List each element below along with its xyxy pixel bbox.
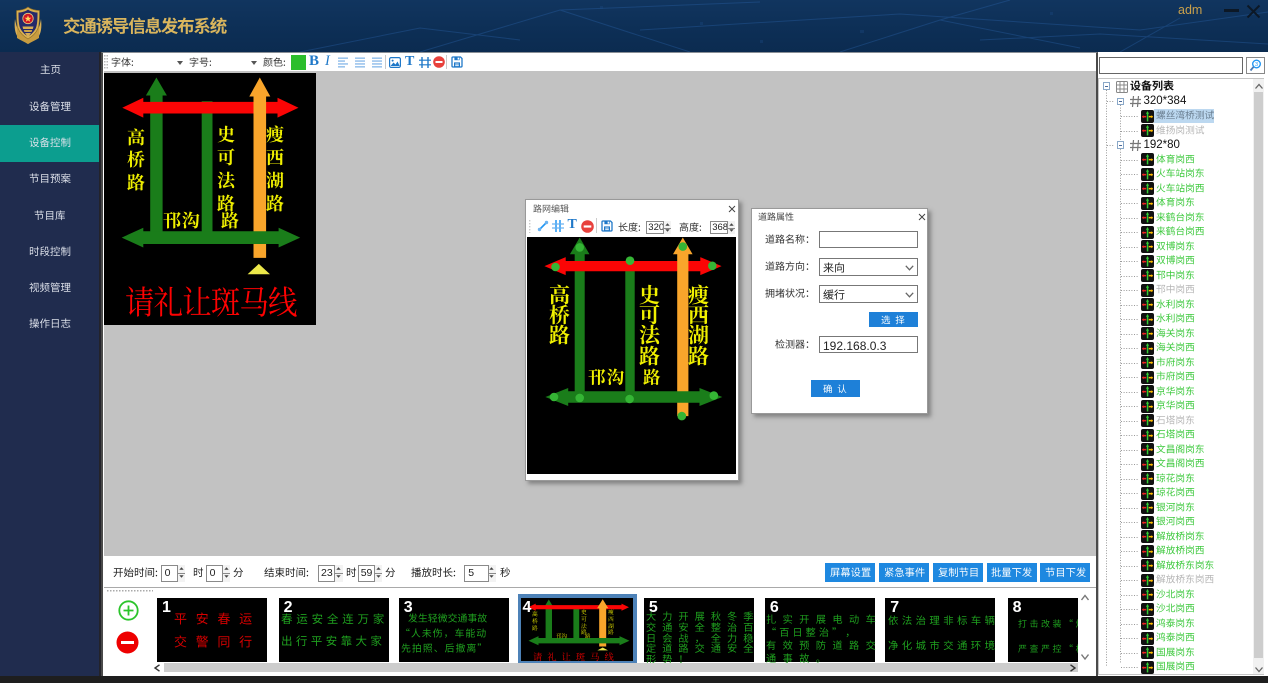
svg-text:3: 3: [1255, 62, 1258, 68]
